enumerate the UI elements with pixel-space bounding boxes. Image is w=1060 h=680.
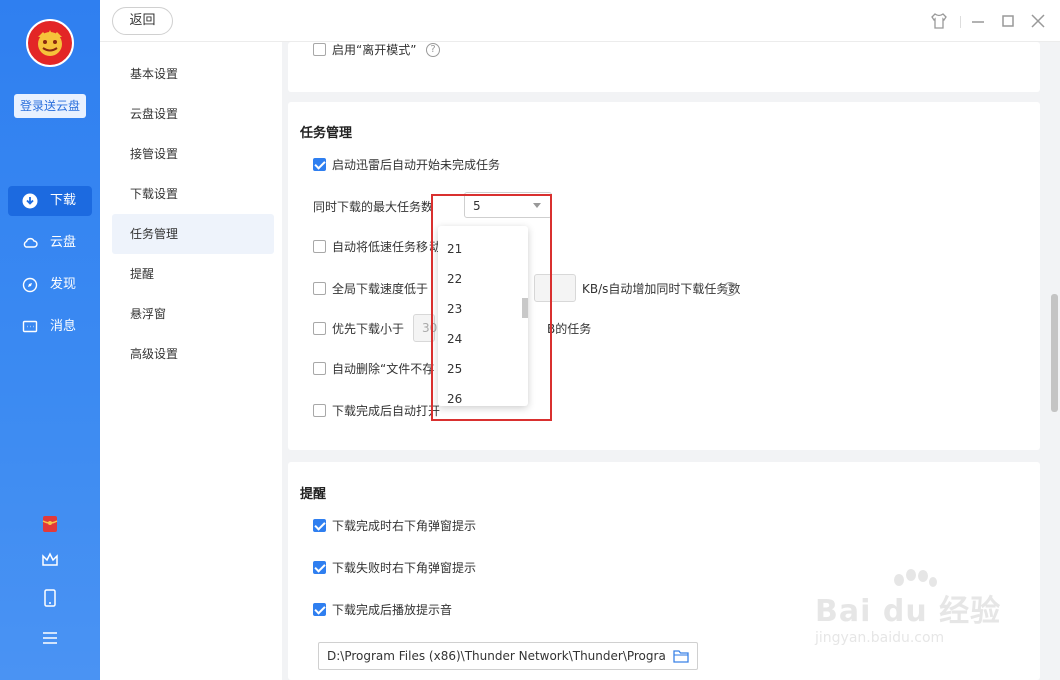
folder-icon[interactable] — [673, 649, 689, 663]
lion-logo-icon — [38, 30, 62, 56]
avatar[interactable] — [26, 19, 74, 67]
settings-card-reminder: 提醒 下载完成时右下角弹窗提示 下载失败时右下角弹窗提示 下载完成后播放提示音 … — [288, 462, 1040, 680]
low-speed-checkbox[interactable] — [313, 240, 326, 253]
sound-path-field[interactable]: D:\Program Files (x86)\Thunder Network\T… — [318, 642, 698, 670]
close-icon[interactable] — [1028, 11, 1048, 31]
reminder-complete-label: 下载完成时右下角弹窗提示 — [332, 519, 477, 533]
settings-nav-takeover[interactable]: 接管设置 — [112, 134, 274, 174]
small-first-checkbox[interactable] — [313, 322, 326, 335]
crown-icon[interactable] — [40, 550, 60, 570]
rail-nav-message-label: 消息 — [50, 319, 77, 334]
settings-nav-advanced[interactable]: 高级设置 — [112, 334, 274, 374]
offline-mode-label: 启用“离开模式” — [332, 43, 417, 57]
global-speed-checkbox[interactable] — [313, 282, 326, 295]
rail-nav-message[interactable]: 消息 — [8, 312, 92, 342]
max-tasks-label: 同时下载的最大任务数 — [313, 200, 434, 214]
low-speed-label: 自动将低速任务移 — [332, 240, 429, 254]
skin-icon[interactable] — [929, 11, 949, 31]
reminder-failed-label: 下载失败时右下角弹窗提示 — [332, 561, 477, 575]
settings-nav-basic[interactable]: 基本设置 — [112, 54, 274, 94]
login-cloud-promo-button[interactable]: 登录送云盘 — [14, 94, 86, 118]
rail-nav-discover[interactable]: 发现 — [8, 270, 92, 300]
small-first-suffix: B的任务 — [547, 322, 592, 336]
reminder-sound-checkbox[interactable] — [313, 603, 326, 616]
minimize-icon[interactable] — [968, 11, 988, 31]
offline-mode-help-icon[interactable]: ? — [426, 43, 440, 57]
rail-nav-cloud[interactable]: 云盘 — [8, 228, 92, 258]
sound-path-value: D:\Program Files (x86)\Thunder Network\T… — [327, 649, 665, 663]
settings-card-general: 启用“离开模式” ? — [288, 42, 1040, 92]
settings-nav-reminder[interactable]: 提醒 — [112, 254, 274, 294]
settings-nav-floating-window[interactable]: 悬浮窗 — [112, 294, 274, 334]
offline-mode-checkbox[interactable] — [313, 43, 326, 56]
global-speed-prefix: 全局下载速度低于 — [332, 282, 429, 296]
auto-start-checkbox[interactable] — [313, 158, 326, 171]
reminder-failed-checkbox[interactable] — [313, 561, 326, 574]
settings-nav-download[interactable]: 下载设置 — [112, 174, 274, 214]
global-speed-suffix: KB/s自动增加同时下载任务数 — [582, 282, 741, 296]
maximize-icon[interactable] — [998, 11, 1018, 31]
settings-card-task-management: 任务管理 启动迅雷后自动开始未完成任务 同时下载的最大任务数 5 自动将低速任务… — [288, 102, 1040, 450]
message-icon — [22, 320, 38, 333]
settings-nav-task-management[interactable]: 任务管理 — [112, 214, 274, 254]
annotation-highlight-box — [431, 194, 552, 421]
reminder-section-title: 提醒 — [300, 487, 327, 502]
page-scrollbar[interactable] — [1051, 294, 1058, 412]
reminder-complete-checkbox[interactable] — [313, 519, 326, 532]
rail-nav-download[interactable]: 下载 — [8, 186, 92, 216]
auto-delete-checkbox[interactable] — [313, 362, 326, 375]
rail-nav-cloud-label: 云盘 — [50, 235, 77, 250]
rail-nav-discover-label: 发现 — [50, 277, 77, 292]
auto-open-checkbox[interactable] — [313, 404, 326, 417]
back-button[interactable]: 返回 — [112, 7, 173, 35]
task-section-title: 任务管理 — [300, 126, 353, 141]
reminder-sound-label: 下载完成后播放提示音 — [332, 603, 453, 617]
auto-start-label: 启动迅雷后自动开始未完成任务 — [332, 158, 501, 172]
top-bar: 返回 — [100, 0, 1060, 42]
global-speed-help-icon[interactable]: ? — [723, 282, 737, 296]
red-packet-icon[interactable] — [40, 514, 60, 534]
cloud-icon — [23, 237, 38, 248]
rail-nav-download-label: 下载 — [50, 193, 77, 208]
discover-icon — [22, 277, 38, 293]
left-rail: 登录送云盘 下载 云盘 发现 消息 — [0, 0, 100, 680]
titlebar-divider — [960, 16, 961, 28]
menu-icon[interactable] — [40, 628, 60, 648]
phone-icon[interactable] — [40, 588, 60, 608]
settings-nav-cloud[interactable]: 云盘设置 — [112, 94, 274, 134]
auto-open-label: 下载完成后自动打开 — [332, 404, 441, 418]
download-icon — [22, 193, 38, 209]
auto-delete-label: 自动删除“文件不存 — [332, 362, 435, 376]
small-first-prefix: 优先下载小于 — [332, 322, 405, 336]
settings-nav: 基本设置 云盘设置 接管设置 下载设置 任务管理 提醒 悬浮窗 高级设置 — [100, 42, 282, 680]
